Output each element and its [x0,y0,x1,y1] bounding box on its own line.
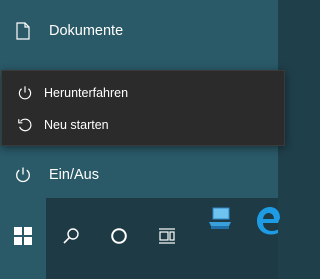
search-button[interactable] [48,198,94,279]
task-view-icon [158,227,176,250]
power-label: Ein/Aus [49,167,99,183]
taskbar [0,198,278,279]
documents-item[interactable]: Dokumente [0,8,278,54]
restart-icon [16,116,34,134]
restart-label: Neu starten [44,118,109,132]
power-icon [16,84,34,102]
windows-logo-icon [14,227,32,250]
power-icon [14,166,32,184]
document-icon [14,22,32,40]
shutdown-label: Herunterfahren [44,86,129,100]
search-icon [62,227,80,250]
task-view-button[interactable] [144,198,190,279]
start-button[interactable] [0,198,46,279]
power-item[interactable]: Ein/Aus [0,152,278,198]
edge-icon[interactable] [254,205,280,235]
this-pc-icon[interactable] [207,206,233,232]
cortana-button[interactable] [96,198,142,279]
documents-label: Dokumente [49,23,124,39]
shutdown-button[interactable]: Herunterfahren [2,77,284,109]
power-flyout: Herunterfahren Neu starten [1,70,285,146]
cortana-icon [110,227,128,250]
restart-button[interactable]: Neu starten [2,109,284,141]
